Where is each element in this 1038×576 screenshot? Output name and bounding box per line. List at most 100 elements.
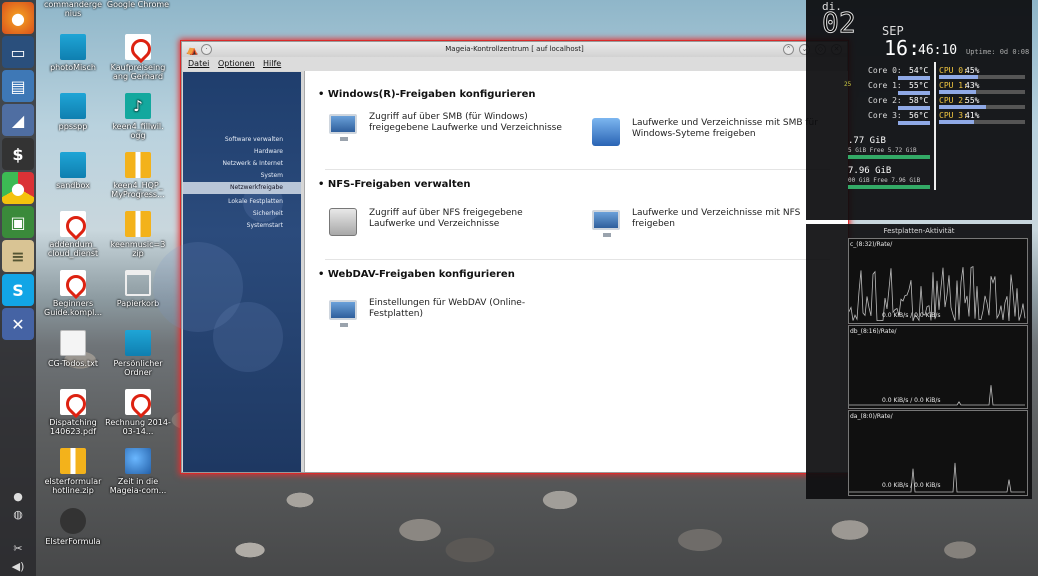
pdf-icon <box>60 211 86 237</box>
nfs-drive-icon <box>329 208 357 236</box>
skype-icon[interactable]: S <box>2 274 34 306</box>
sidebar-item-software[interactable]: Software verwalten <box>225 136 283 143</box>
scissors-icon[interactable]: ✂ <box>8 542 28 558</box>
sidebar-item-system[interactable]: System <box>261 172 283 179</box>
core-temp-bar <box>898 106 930 110</box>
desktop-icon[interactable]: ♪ keen4_fillwil. ogg <box>105 93 171 140</box>
mageia-globe-icon <box>125 448 151 474</box>
nfs-access-item[interactable]: Zugriff auf über NFS freigegebene Laufwe… <box>329 208 559 238</box>
cpu-bar <box>939 105 1025 109</box>
pdf-icon <box>125 389 151 415</box>
section-title-nfs: • NFS-Freigaben verwalten <box>318 179 471 190</box>
window-titlebar[interactable]: ⛺ · Mageia-Kontrollzentrum [ auf localho… <box>182 42 847 57</box>
text-file-icon <box>60 330 86 356</box>
eagle-icon <box>60 508 86 534</box>
terminal-icon[interactable]: ▭ <box>2 36 34 68</box>
desktop-icon[interactable]: Zeit in die Mageia-com... <box>105 448 171 495</box>
cpu-label: CPU 1: <box>939 81 968 90</box>
cpu-percent: 45% <box>965 66 980 75</box>
files-icon[interactable]: ▤ <box>2 70 34 102</box>
desktop-icon[interactable]: Rechnung 2014-03-14... <box>105 389 171 436</box>
pin-button[interactable]: · <box>201 44 212 55</box>
desktop-icon[interactable]: sandbox <box>40 152 106 190</box>
launcher: ● ▭ ▤ ◢ $ ● ▣ ≡ S ✕ ● ◍ ✂ ◀) <box>0 0 36 576</box>
desktop-icon[interactable]: Persönlicher Ordner <box>105 330 171 377</box>
disk-activity-sparkline <box>848 265 1026 322</box>
shell-icon[interactable]: $ <box>2 138 34 170</box>
sidebar-item-boot[interactable]: Systemstart <box>247 222 283 229</box>
network-icon[interactable]: ● <box>8 490 28 506</box>
sidebar-item-hardware[interactable]: Hardware <box>254 148 283 155</box>
core-temp-bar <box>898 91 930 95</box>
section-divider <box>325 259 830 260</box>
desktop-icon[interactable]: CG-Todos.txt <box>40 330 106 368</box>
sidebar-item-local-disks[interactable]: Lokale Festplatten <box>228 198 283 205</box>
chrome-icon[interactable]: ● <box>2 172 34 204</box>
menu-hilfe[interactable]: Hilfe <box>263 59 281 68</box>
core-temp-bar <box>898 76 930 80</box>
item-label: Laufwerke und Verzeichnisse mit NFS frei… <box>632 208 801 229</box>
volume-icon[interactable]: ◀) <box>8 560 28 576</box>
desktop-icon[interactable]: ppsspp <box>40 93 106 131</box>
item-label: Zugriff auf über SMB (für Windows) freig… <box>369 112 562 133</box>
desktop-icon[interactable]: ElsterFormula <box>40 508 106 546</box>
swap-total: 7.96 GiB <box>848 166 892 176</box>
core-temp-bar <box>898 121 930 125</box>
folder-icon <box>60 93 86 119</box>
disk-activity-sparkline <box>849 385 1025 406</box>
desktop-icon[interactable]: keenmusic=3 zip <box>105 211 171 258</box>
zip-icon <box>125 152 151 178</box>
trash-icon <box>125 270 151 296</box>
main-content: • Windows(R)-Freigaben konfigurieren Zug… <box>304 71 848 472</box>
core-temp: 56°C <box>909 111 929 120</box>
keep-above-button[interactable]: ⌃ <box>783 44 794 55</box>
conky-system-monitor: di. 02 SEP 16: 46:10 Uptime: 0d 0:08 25 … <box>806 0 1032 220</box>
desktop-icon[interactable]: photoMisch <box>40 34 106 72</box>
desktop-icon[interactable]: elsterformular hotline.zip <box>40 448 106 495</box>
category-sidebar: Software verwalten Hardware Netzwerk & I… <box>153 72 301 472</box>
smb-access-item[interactable]: Zugriff auf über SMB (für Windows) freig… <box>329 112 562 152</box>
cpu-label: CPU 2: <box>939 96 968 105</box>
graph-name: db_(8:16)/Rate/ <box>850 328 897 335</box>
nfs-share-item[interactable]: Laufwerke und Verzeichnisse mit NFS frei… <box>592 208 822 238</box>
item-label: Einstellungen für WebDAV (Online-Festpla… <box>369 298 526 319</box>
pdf-icon <box>60 270 86 296</box>
desktop-icon[interactable]: Kaufpreiseing ang Gerhard <box>105 34 171 81</box>
graph-name: da_(8:0)/Rate/ <box>850 413 893 420</box>
sidebar-item-network-sharing[interactable]: Netzwerkfreigabe <box>183 182 301 194</box>
core-temp: 54°C <box>909 66 929 75</box>
menu-datei[interactable]: Datei <box>188 59 209 68</box>
sidebar-item-network[interactable]: Netzwerk & Internet <box>222 160 283 167</box>
mageia-logo-icon: ⛺ <box>186 45 199 56</box>
item-label: Zugriff auf über NFS freigegebene Laufwe… <box>369 208 523 229</box>
menu-optionen[interactable]: Optionen <box>218 59 255 68</box>
panel-title: Festplatten-Aktivität <box>883 227 955 235</box>
memory-total: .77 GiB <box>848 136 886 146</box>
cpu-label: CPU 0: <box>939 66 968 75</box>
desktop-icon[interactable]: Beginners Guide.kompl... <box>40 270 106 317</box>
desktop-icon[interactable]: addendum_ cloud_dienst <box>40 211 106 258</box>
paint-icon[interactable]: ◢ <box>2 104 34 136</box>
memory-free: 5 GiB Free 5.72 GiB <box>848 147 917 154</box>
graph-name: c_(8:32)/Rate/ <box>850 241 893 248</box>
item-label: Laufwerke und Verzeichnisse mit SMB für … <box>632 118 818 139</box>
core-temp: 58°C <box>909 96 929 105</box>
smb-share-item[interactable]: Laufwerke und Verzeichnisse mit SMB für … <box>592 118 822 148</box>
firefox-icon[interactable]: ● <box>2 2 34 34</box>
core-temp: 55°C <box>909 81 929 90</box>
section-divider <box>325 169 830 170</box>
settings-icon[interactable]: ✕ <box>2 308 34 340</box>
uptime: Uptime: 0d 0:08 <box>966 48 1030 56</box>
chat-icon[interactable]: ◍ <box>8 508 28 524</box>
desktop-icon[interactable]: Google Chrome <box>105 0 171 9</box>
desktop-icon[interactable]: commanderge nius <box>40 0 106 18</box>
desktop-icon[interactable]: Dispatching 140623.pdf <box>40 389 106 436</box>
sidebar-item-security[interactable]: Sicherheit <box>253 210 283 217</box>
notes-icon[interactable]: ≡ <box>2 240 34 272</box>
cpu-percent: 41% <box>965 111 980 120</box>
window-title: Mageia-Kontrollzentrum [ auf localhost] <box>445 45 584 53</box>
core-label: Core 1: <box>868 81 902 90</box>
webdav-settings-item[interactable]: Einstellungen für WebDAV (Online-Festpla… <box>329 298 559 328</box>
desktop-icon[interactable]: keen4_HQP_ MyProgress... <box>105 152 171 199</box>
system-monitor-icon[interactable]: ▣ <box>2 206 34 238</box>
